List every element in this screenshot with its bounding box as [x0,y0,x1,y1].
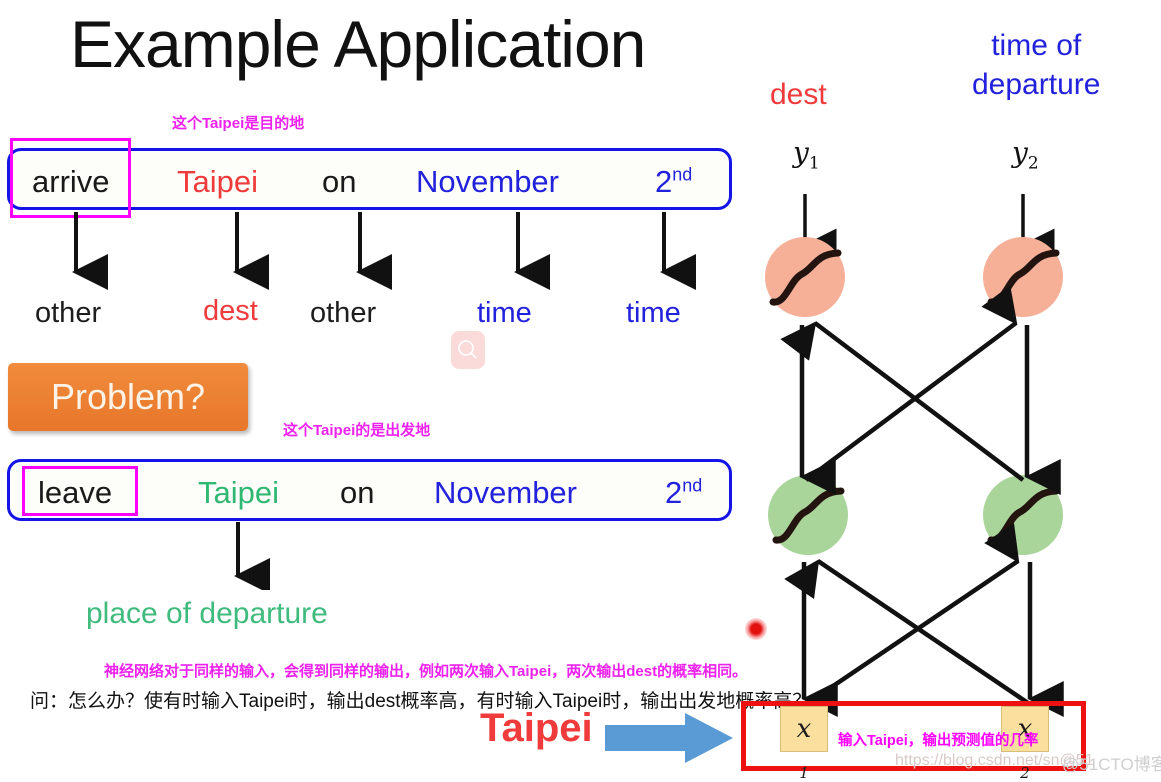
neural-network-graph [765,194,1064,717]
word-taipei-origin: Taipei [198,475,279,510]
tag-other-1: other [35,297,102,329]
output-label-dest: dest [770,78,827,111]
arrow-sentence2 [234,522,270,590]
word-on-1: on [322,164,357,199]
word-2nd-2: 2nd [665,462,702,524]
problem-badge[interactable]: Problem? [8,363,248,431]
word-2nd-2-num: 2 [665,475,683,510]
right-arrow-icon [605,713,733,763]
word-november-2: November [434,475,577,510]
problem-badge-label: Problem? [50,376,206,417]
tag-time-2: time [626,297,681,329]
y1-label: y1 [793,136,820,174]
annotation-input-note: 输入Taipei，输出预测值的几率 [838,733,1039,749]
tag-other-2: other [310,297,377,329]
annotation-mid-note: 这个Taipei的是出发地 [283,422,431,439]
x1-label: x1 [796,714,812,782]
tag-dest: dest [203,295,258,327]
word-on-2: on [340,475,375,510]
y2-label: y2 [1012,136,1039,174]
page-title: Example Application [70,7,646,81]
output-label-tod-line2: departure [972,68,1101,101]
arrows-sentence1 [72,212,696,290]
output-label-tod-line1: time of [991,29,1082,62]
tag-time-1: time [477,297,532,329]
taipei-big-label: Taipei [480,706,593,750]
annotation-top-note: 这个Taipei是目的地 [172,115,305,132]
output-label-time-of-departure: time of departure [972,26,1100,104]
y2-subscript: 2 [1027,153,1039,174]
y1-symbol: y [793,136,809,169]
word-taipei-dest: Taipei [177,164,258,199]
highlight-box-arrive [10,138,131,218]
word-2nd-2-sup: nd [682,475,703,496]
y1-subscript: 1 [808,153,820,174]
y2-symbol: y [1012,136,1028,169]
watermark-suffix: @51CTO博客 [1062,755,1161,774]
annotation-question-note: 问：怎么办？使有时输入Taipei时，输出dest概率高，有时输入Taipei时… [30,691,831,712]
word-november-1: November [416,164,559,199]
word-2nd-1-sup: nd [672,164,693,185]
word-2nd-1: 2nd [655,151,692,213]
word-2nd-1-num: 2 [655,164,673,199]
highlight-box-leave [22,466,138,516]
input-node-x1: x1 [780,706,828,782]
annotation-network-note: 神经网络对于同样的输入，会得到同样的输出，例如两次输入Taipei，两次输出de… [104,663,748,680]
search-icon [458,340,477,359]
slide-canvas: Example Application 这个Taipei是目的地 arrive … [0,0,1161,782]
tag-place-of-departure: place of departure [86,597,328,630]
search-icon-chip[interactable] [451,331,485,369]
